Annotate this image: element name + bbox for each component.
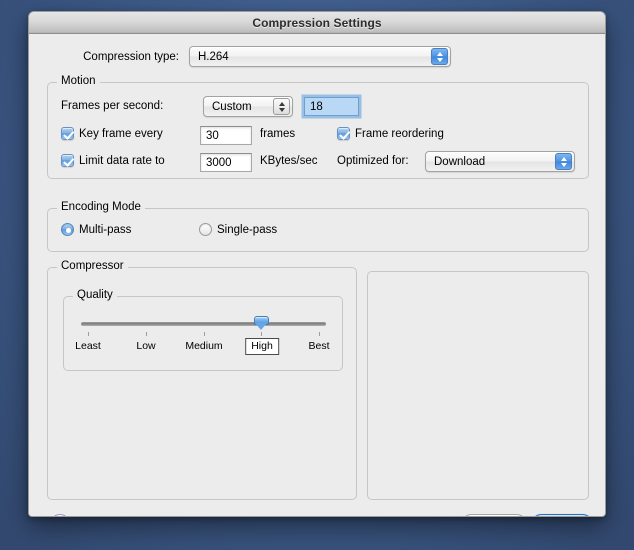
compression-type-select[interactable]: H.264: [189, 46, 451, 67]
data-rate-input[interactable]: 3000: [200, 153, 252, 172]
help-button[interactable]: ?: [50, 514, 70, 516]
quality-slider-thumb[interactable]: [254, 316, 269, 330]
preview-panel: [367, 271, 589, 500]
chevron-updown-icon: [555, 153, 572, 170]
cancel-button[interactable]: Cancel: [461, 514, 527, 516]
optimized-for-select[interactable]: Download: [425, 151, 575, 172]
dialog-content: Compression type: H.264 Motion Frames pe…: [29, 34, 605, 516]
compression-type-row: Compression type: H.264: [29, 46, 605, 67]
fps-value: 18: [310, 100, 323, 113]
motion-group-title: Motion: [57, 75, 100, 87]
optimized-for-value: Download: [434, 155, 486, 168]
compression-type-value: H.264: [198, 50, 229, 63]
key-frame-value: 30: [206, 129, 219, 142]
quality-group: Quality Least Low Medium High Best: [63, 289, 344, 372]
encoding-mode-group-title: Encoding Mode: [57, 201, 145, 213]
slider-label-high[interactable]: High: [245, 338, 279, 355]
fps-value-input[interactable]: 18: [304, 97, 359, 116]
key-frame-unit: frames: [260, 128, 296, 140]
chevron-updown-icon: [273, 98, 290, 115]
radio-multi-pass[interactable]: Multi-pass: [61, 223, 131, 236]
compression-settings-window: Compression Settings Compression type: H…: [28, 11, 606, 517]
checkmark-icon: [61, 154, 74, 167]
quality-slider[interactable]: Least Low Medium High Best: [64, 297, 344, 372]
data-rate-unit: KBytes/sec: [260, 155, 318, 167]
slider-label-medium[interactable]: Medium: [185, 340, 222, 352]
motion-group: Motion Frames per second: Custom 18 Key …: [47, 75, 589, 179]
fps-preset-select[interactable]: Custom: [203, 96, 293, 117]
limit-data-rate-checkbox[interactable]: Limit data rate to: [61, 154, 165, 167]
limit-data-rate-label: Limit data rate to: [79, 154, 165, 167]
fps-preset-value: Custom: [212, 100, 252, 113]
radio-multi-pass-label: Multi-pass: [79, 223, 132, 236]
key-frame-label: Key frame every: [79, 127, 163, 140]
quality-slider-track[interactable]: [81, 322, 326, 326]
ok-button[interactable]: OK: [531, 514, 593, 516]
radio-dot-icon: [199, 223, 212, 236]
optimized-for-label: Optimized for:: [337, 155, 409, 167]
slider-tick: [261, 332, 262, 336]
chevron-updown-icon: [431, 48, 448, 65]
radio-single-pass-label: Single-pass: [217, 223, 278, 236]
slider-label-least[interactable]: Least: [75, 340, 101, 352]
compressor-group-title: Compressor: [57, 260, 128, 272]
frame-reordering-checkbox[interactable]: Frame reordering: [337, 127, 444, 140]
key-frame-checkbox[interactable]: Key frame every: [61, 127, 163, 140]
slider-tick: [204, 332, 205, 336]
compressor-group: Compressor Quality Least Low Medium High…: [47, 260, 357, 500]
key-frame-input[interactable]: 30: [200, 126, 252, 145]
slider-label-low[interactable]: Low: [136, 340, 155, 352]
slider-tick: [146, 332, 147, 336]
slider-tick: [88, 332, 89, 336]
compression-type-label: Compression type:: [83, 50, 179, 63]
fps-label: Frames per second:: [61, 100, 164, 112]
window-title: Compression Settings: [252, 15, 382, 30]
checkmark-icon: [337, 127, 350, 140]
frame-reordering-label: Frame reordering: [355, 127, 444, 140]
radio-dot-icon: [61, 223, 74, 236]
window-titlebar[interactable]: Compression Settings: [29, 12, 605, 34]
slider-tick: [319, 332, 320, 336]
checkmark-icon: [61, 127, 74, 140]
radio-single-pass[interactable]: Single-pass: [199, 223, 277, 236]
encoding-mode-group: Encoding Mode Multi-pass Single-pass: [47, 201, 589, 252]
slider-label-best[interactable]: Best: [308, 340, 329, 352]
data-rate-value: 3000: [206, 156, 232, 169]
